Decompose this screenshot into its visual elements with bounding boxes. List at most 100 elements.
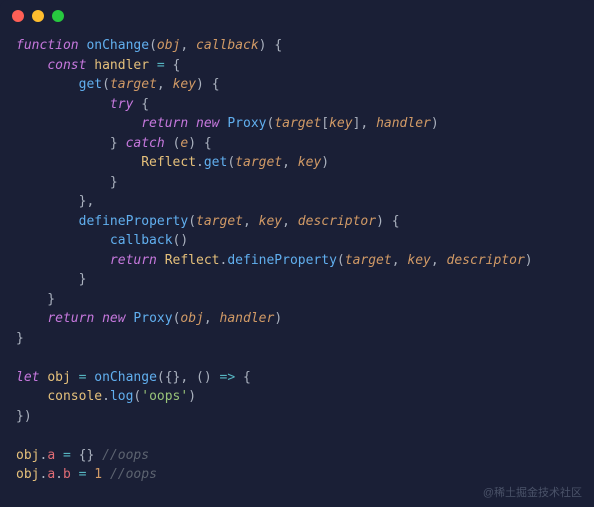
token-punct: ({}, () [157, 370, 220, 385]
token-punct: , [243, 214, 259, 229]
code-line: } [16, 173, 578, 193]
token-punct [16, 214, 79, 229]
token-param: callback [196, 38, 259, 53]
token-punct: , [431, 253, 447, 268]
token-punct [16, 58, 47, 73]
token-punct: . [102, 389, 110, 404]
code-line: const handler = { [16, 56, 578, 76]
token-param: obj [157, 38, 180, 53]
code-window: function onChange(obj, callback) { const… [0, 0, 594, 507]
token-var: Reflect [165, 253, 220, 268]
token-punct: } [16, 175, 118, 190]
token-punct [188, 116, 196, 131]
code-editor[interactable]: function onChange(obj, callback) { const… [0, 28, 594, 489]
token-kw: const [47, 58, 86, 73]
token-punct: ( [188, 214, 196, 229]
token-param: handler [376, 116, 431, 131]
code-line: }, [16, 192, 578, 212]
token-var: Reflect [141, 155, 196, 170]
token-punct: ) [525, 253, 533, 268]
token-prop: a [47, 448, 55, 463]
token-punct: , [282, 214, 298, 229]
token-punct: ) [321, 155, 329, 170]
code-line: function onChange(obj, callback) { [16, 36, 578, 56]
token-op: = [157, 58, 165, 73]
code-line: defineProperty(target, key, descriptor) … [16, 212, 578, 232]
code-line: obj.a = {} //oops [16, 446, 578, 466]
code-line: Reflect.get(target, key) [16, 153, 578, 173]
token-fn: defineProperty [79, 214, 189, 229]
code-line [16, 348, 578, 368]
code-line: } [16, 270, 578, 290]
token-punct: { [235, 370, 251, 385]
token-kw: catch [126, 136, 165, 151]
token-ret: return [110, 253, 157, 268]
token-punct [94, 311, 102, 326]
token-punct: ) { [259, 38, 282, 53]
window-titlebar [0, 0, 594, 28]
token-punct: , [282, 155, 298, 170]
code-line: } catch (e) { [16, 134, 578, 154]
code-line: return new Proxy(obj, handler) [16, 309, 578, 329]
token-kw: new [102, 311, 125, 326]
token-fn: Proxy [227, 116, 266, 131]
token-param: target [196, 214, 243, 229]
code-line: let obj = onChange({}, () => { [16, 368, 578, 388]
token-fn: callback [110, 233, 173, 248]
token-punct [16, 389, 47, 404]
token-punct: ) [431, 116, 439, 131]
token-punct: . [55, 467, 63, 482]
token-punct: ) { [188, 136, 211, 151]
token-num: 1 [94, 467, 102, 482]
token-punct: ], [353, 116, 376, 131]
token-punct: } [16, 272, 86, 287]
token-punct [102, 467, 110, 482]
code-line: }) [16, 407, 578, 427]
token-punct [16, 97, 110, 112]
token-punct: ) [188, 389, 196, 404]
token-punct [157, 253, 165, 268]
token-punct [71, 370, 79, 385]
code-line: return Reflect.defineProperty(target, ke… [16, 251, 578, 271]
code-line: return new Proxy(target[key], handler) [16, 114, 578, 134]
token-param: key [298, 155, 321, 170]
token-op: = [63, 448, 71, 463]
token-param: target [274, 116, 321, 131]
token-punct: ) { [196, 77, 219, 92]
token-kw: let [16, 370, 39, 385]
token-punct: () [173, 233, 189, 248]
code-line: obj.a.b = 1 //oops [16, 465, 578, 485]
token-ret: return [47, 311, 94, 326]
token-param: descriptor [298, 214, 376, 229]
token-var: console [47, 389, 102, 404]
token-punct: ( [337, 253, 345, 268]
token-var: obj [16, 467, 39, 482]
token-punct: }) [16, 409, 32, 424]
token-fn: onChange [86, 38, 149, 53]
token-fn: get [79, 77, 102, 92]
minimize-icon[interactable] [32, 10, 44, 22]
token-kw: function [16, 38, 79, 53]
token-cmt: //oops [102, 448, 149, 463]
token-param: key [329, 116, 352, 131]
code-line [16, 426, 578, 446]
token-var: obj [47, 370, 70, 385]
token-punct: {} [71, 448, 102, 463]
token-op: => [220, 370, 236, 385]
token-punct: , [180, 38, 196, 53]
token-punct: , [204, 311, 220, 326]
token-fn: onChange [94, 370, 157, 385]
token-punct [16, 233, 110, 248]
token-ret: return [141, 116, 188, 131]
token-punct: ) { [376, 214, 399, 229]
token-punct: ) [274, 311, 282, 326]
token-punct: { [133, 97, 149, 112]
token-punct: { [165, 58, 181, 73]
close-icon[interactable] [12, 10, 24, 22]
zoom-icon[interactable] [52, 10, 64, 22]
token-param: key [259, 214, 282, 229]
token-param: obj [180, 311, 203, 326]
token-punct: , [157, 77, 173, 92]
token-punct: ( [149, 38, 157, 53]
token-punct: ( [102, 77, 110, 92]
